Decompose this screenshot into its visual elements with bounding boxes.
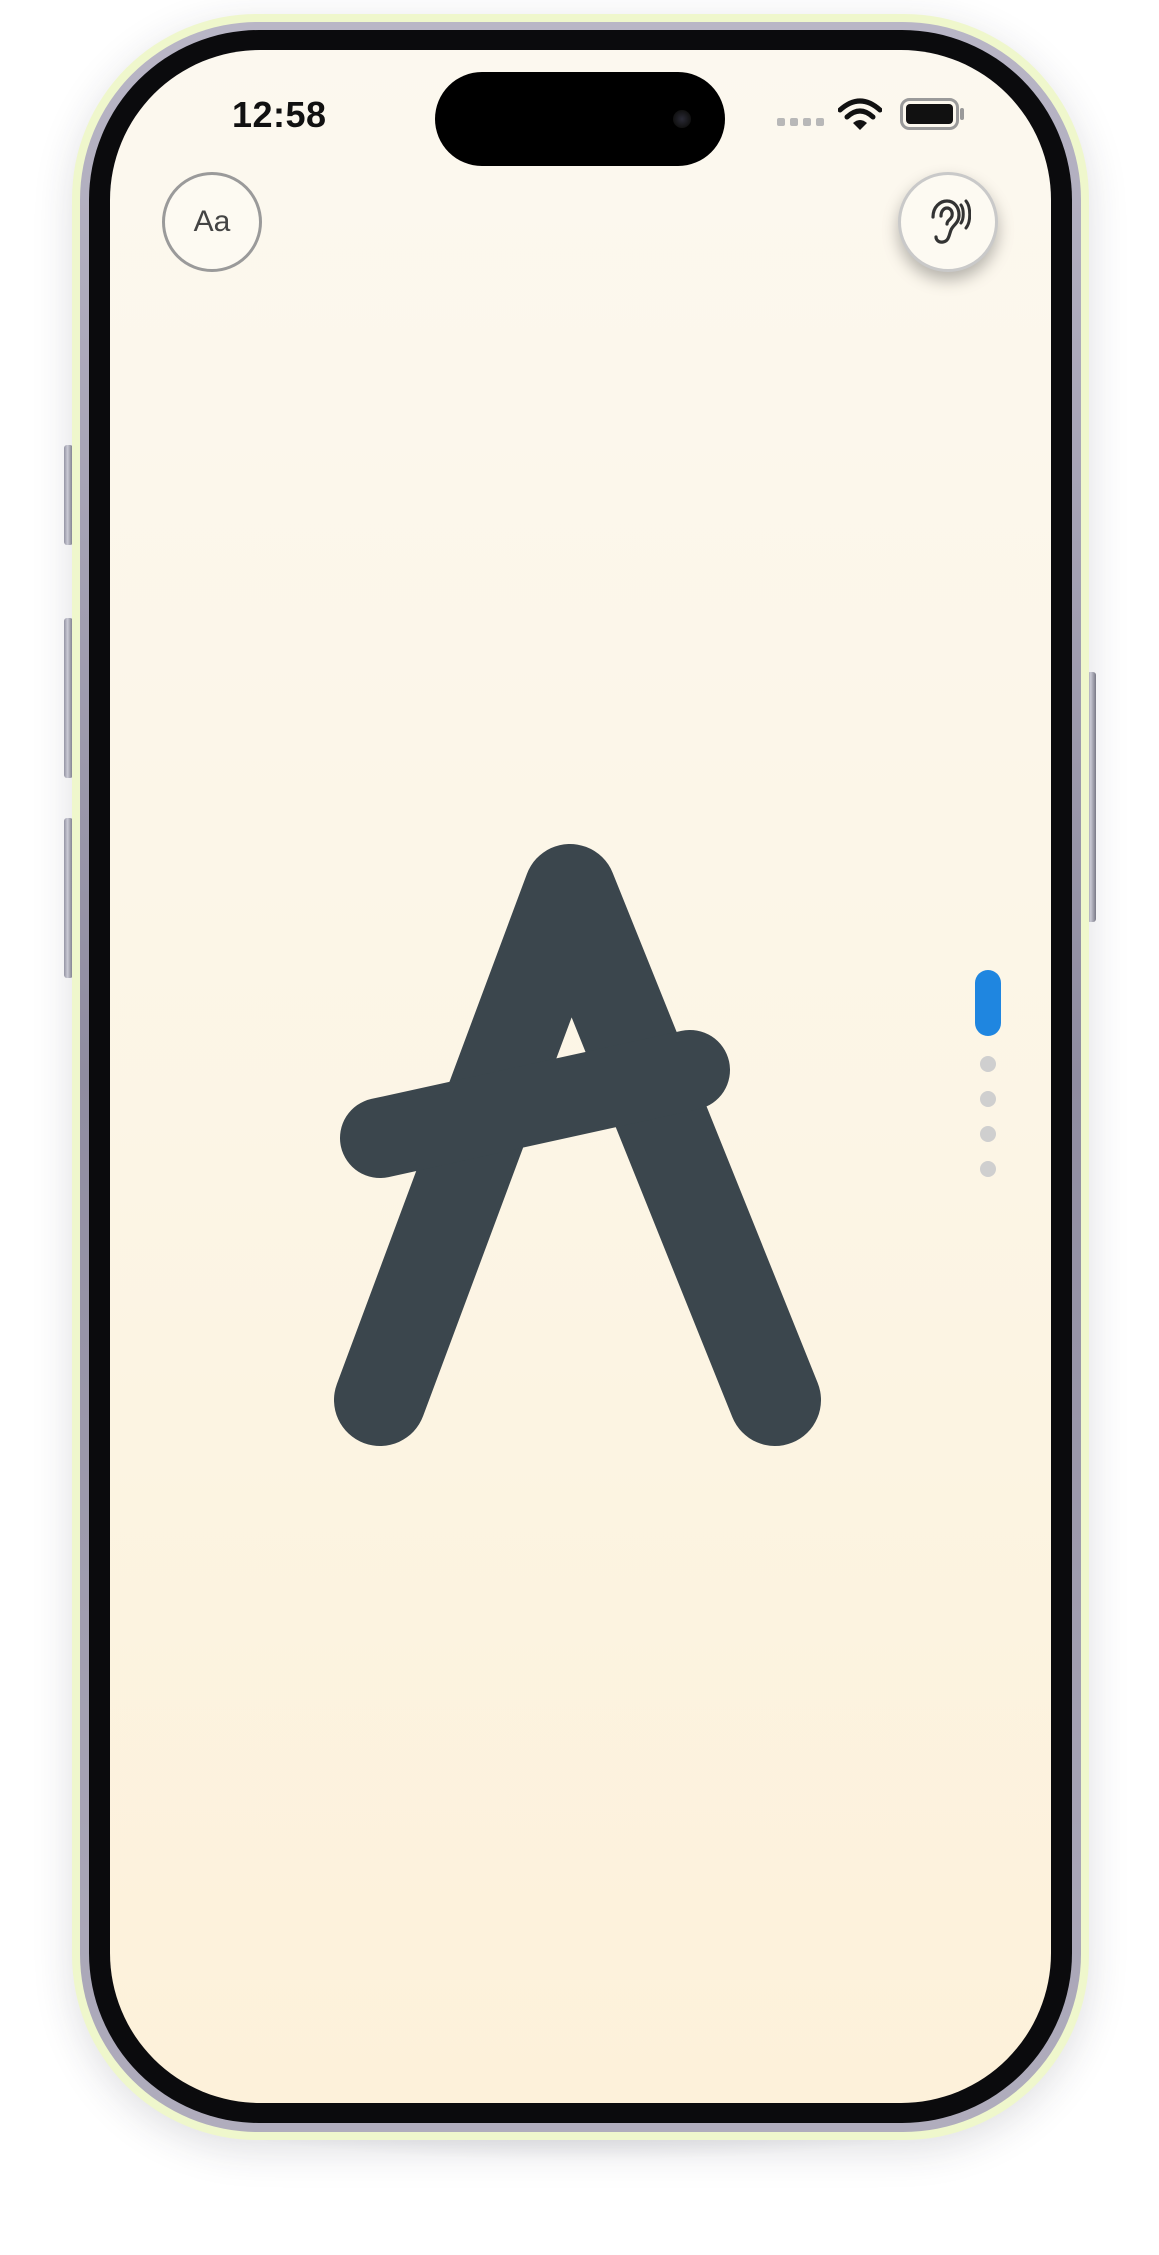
signal-icon (777, 118, 829, 128)
page-dot[interactable] (980, 1056, 996, 1072)
camera-icon (673, 110, 691, 128)
app-screen: 12:58 Aa (110, 50, 1051, 2103)
font-style-label: Aa (193, 205, 231, 238)
flashcard-letter (334, 844, 821, 1446)
dynamic-island (435, 72, 725, 166)
page-indicator[interactable] (968, 970, 1008, 1250)
page-dot[interactable] (980, 1091, 996, 1107)
ear-sound-icon (931, 199, 971, 244)
battery-icon (900, 98, 964, 130)
page-dot[interactable] (980, 1126, 996, 1142)
page-dot-active[interactable] (975, 970, 1001, 1036)
status-time: 12:58 (232, 94, 327, 135)
font-style-button[interactable]: Aa (162, 172, 262, 272)
device-stage: 12:58 Aa (0, 0, 1159, 2255)
listen-button[interactable] (898, 172, 998, 272)
wifi-icon (838, 98, 882, 130)
page-dot[interactable] (980, 1161, 996, 1177)
